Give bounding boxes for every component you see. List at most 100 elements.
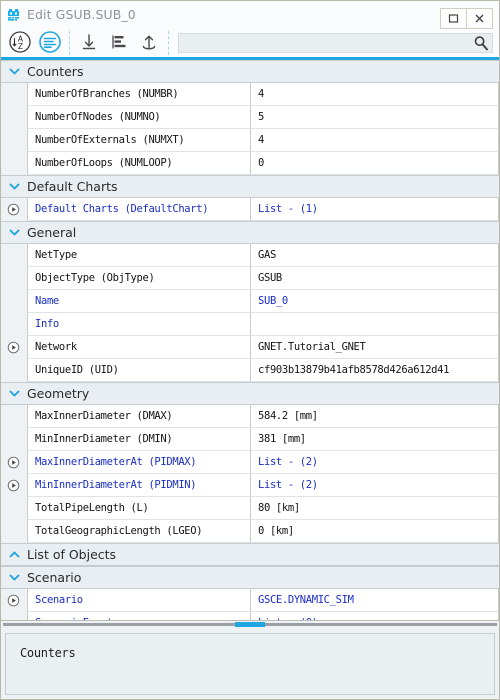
property-row[interactable]: Info <box>1 313 499 336</box>
property-value-cell[interactable]: 381 [mm] <box>251 428 499 451</box>
property-row[interactable]: NetType GAS <box>1 244 499 267</box>
chevron-down-icon[interactable] <box>1 180 27 193</box>
sort-alphabetical-button[interactable]: A Z <box>5 30 35 56</box>
property-row[interactable]: MinInnerDiameterAt (PIDMIN) List - (2) <box>1 474 499 497</box>
property-name-cell[interactable]: Name <box>27 290 251 313</box>
property-name: NumberOfBranches (NUMBR) <box>35 88 179 100</box>
property-value-cell[interactable]: List - (2) <box>251 451 499 474</box>
property-row[interactable]: ScenarioEventsList - (0) <box>1 612 499 620</box>
splitter-grip[interactable] <box>235 622 265 627</box>
group-header-general[interactable]: General <box>1 221 499 244</box>
property-name-cell[interactable]: NetType <box>27 244 251 267</box>
property-name-cell[interactable]: NumberOfBranches (NUMBR) <box>27 83 251 106</box>
property-name-cell[interactable]: NumberOfNodes (NUMNO) <box>27 106 251 129</box>
property-row[interactable]: NumberOfBranches (NUMBR) 4 <box>1 83 499 106</box>
property-value-cell[interactable]: 80 [km] <box>251 497 499 520</box>
navigate-to-object-button[interactable] <box>1 198 27 221</box>
horizontal-splitter[interactable] <box>1 620 499 629</box>
property-row[interactable]: TotalGeographicLength (LGEO) 0 [km] <box>1 520 499 543</box>
close-button[interactable] <box>466 8 493 29</box>
property-name: Default Charts (DefaultChart) <box>35 203 209 215</box>
property-name-cell[interactable]: MinInnerDiameter (DMIN) <box>27 428 251 451</box>
property-value-cell[interactable]: GNET.Tutorial_GNET <box>251 336 499 359</box>
property-value-cell[interactable] <box>251 313 499 336</box>
property-name-cell[interactable]: TotalPipeLength (L) <box>27 497 251 520</box>
property-value-cell[interactable]: List - (1) <box>251 198 499 221</box>
chevron-down-icon[interactable] <box>1 226 27 239</box>
property-name-cell[interactable]: Network <box>27 336 251 359</box>
import-button[interactable] <box>74 30 104 56</box>
property-name-cell[interactable]: MinInnerDiameterAt (PIDMIN) <box>27 474 251 497</box>
export-button[interactable] <box>134 30 164 56</box>
property-row[interactable]: Name SUB_0 <box>1 290 499 313</box>
property-row[interactable]: NumberOfExternals (NUMXT) 4 <box>1 129 499 152</box>
group-header-scenario[interactable]: Scenario <box>1 566 499 589</box>
property-row[interactable]: Default Charts (DefaultChart) List - (1) <box>1 198 499 221</box>
property-name: NumberOfNodes (NUMNO) <box>35 111 161 123</box>
property-row[interactable]: Network GNET.Tutorial_GNET <box>1 336 499 359</box>
navigate-to-object-button[interactable] <box>1 589 27 612</box>
property-value-cell[interactable]: 584.2 [mm] <box>251 405 499 428</box>
property-value-cell[interactable]: 0 [km] <box>251 520 499 543</box>
app-pixel-icon <box>6 7 22 23</box>
property-value-cell[interactable]: 0 <box>251 152 499 175</box>
chevron-down-icon[interactable] <box>1 65 27 78</box>
property-value-cell[interactable]: 4 <box>251 129 499 152</box>
row-gutter <box>1 106 27 129</box>
property-row[interactable]: MinInnerDiameter (DMIN) 381 [mm] <box>1 428 499 451</box>
search-input[interactable] <box>179 34 492 52</box>
property-grid[interactable]: Counters NumberOfBranches (NUMBR) 4 NumberO… <box>1 60 499 620</box>
property-value: 80 [km] <box>258 502 300 514</box>
property-name-cell[interactable]: UniqueID (UID) <box>27 359 251 382</box>
group-label: Default Charts <box>27 179 118 194</box>
search-box[interactable] <box>178 33 493 53</box>
property-row[interactable]: NumberOfNodes (NUMNO) 5 <box>1 106 499 129</box>
property-value-cell[interactable]: List - (2) <box>251 474 499 497</box>
group-header-geometry[interactable]: Geometry <box>1 382 499 405</box>
property-row[interactable]: NumberOfLoops (NUMLOOP) 0 <box>1 152 499 175</box>
property-name-cell[interactable]: ScenarioEvents <box>27 612 251 620</box>
property-value: SUB_0 <box>258 295 288 307</box>
property-name-cell[interactable]: Default Charts (DefaultChart) <box>27 198 251 221</box>
maximize-button[interactable] <box>440 8 467 29</box>
group-by-category-button[interactable] <box>35 30 65 56</box>
property-row[interactable]: UniqueID (UID) cf903b13879b41afb8578d426a… <box>1 359 499 382</box>
group-header-list-of-objects[interactable]: List of Objects <box>1 543 499 566</box>
property-name-cell[interactable]: TotalGeographicLength (LGEO) <box>27 520 251 543</box>
property-row[interactable]: MaxInnerDiameter (DMAX) 584.2 [mm] <box>1 405 499 428</box>
group-header-counters[interactable]: Counters <box>1 60 499 83</box>
property-value-cell[interactable]: 4 <box>251 83 499 106</box>
search-icon[interactable] <box>473 35 489 51</box>
property-name-cell[interactable]: ObjectType (ObjType) <box>27 267 251 290</box>
property-row[interactable]: MaxInnerDiameterAt (PIDMAX) List - (2) <box>1 451 499 474</box>
property-name-cell[interactable]: MaxInnerDiameterAt (PIDMAX) <box>27 451 251 474</box>
property-name-cell[interactable]: NumberOfExternals (NUMXT) <box>27 129 251 152</box>
property-value-cell[interactable]: SUB_0 <box>251 290 499 313</box>
property-value-cell[interactable]: 5 <box>251 106 499 129</box>
property-name-cell[interactable]: NumberOfLoops (NUMLOOP) <box>27 152 251 175</box>
chevron-up-icon[interactable] <box>1 548 27 561</box>
toolbar-separator-1 <box>69 31 70 55</box>
group-header-default-charts[interactable]: Default Charts <box>1 175 499 198</box>
group-label: Scenario <box>27 570 82 585</box>
row-gutter <box>1 152 27 175</box>
property-name-cell[interactable]: MaxInnerDiameter (DMAX) <box>27 405 251 428</box>
property-value-cell[interactable]: List - (0) <box>251 612 499 620</box>
property-value-cell[interactable]: GSCE.DYNAMIC_SIM <box>251 589 499 612</box>
property-name-cell[interactable]: Scenario <box>27 589 251 612</box>
property-value-cell[interactable]: GAS <box>251 244 499 267</box>
property-row[interactable]: Scenario GSCE.DYNAMIC_SIM <box>1 589 499 612</box>
row-gutter <box>1 290 27 313</box>
chevron-down-icon[interactable] <box>1 387 27 400</box>
navigate-to-object-button[interactable] <box>1 336 27 359</box>
chevron-down-icon[interactable] <box>1 571 27 584</box>
property-name-cell[interactable]: Info <box>27 313 251 336</box>
property-row[interactable]: ObjectType (ObjType) GSUB <box>1 267 499 290</box>
indent-list-button[interactable] <box>104 30 134 56</box>
upload-arrow-icon <box>138 31 160 56</box>
navigate-to-object-button[interactable] <box>1 474 27 497</box>
property-value-cell[interactable]: GSUB <box>251 267 499 290</box>
property-value-cell[interactable]: cf903b13879b41afb8578d426a612d41 <box>251 359 499 382</box>
property-row[interactable]: TotalPipeLength (L) 80 [km] <box>1 497 499 520</box>
navigate-to-object-button[interactable] <box>1 451 27 474</box>
